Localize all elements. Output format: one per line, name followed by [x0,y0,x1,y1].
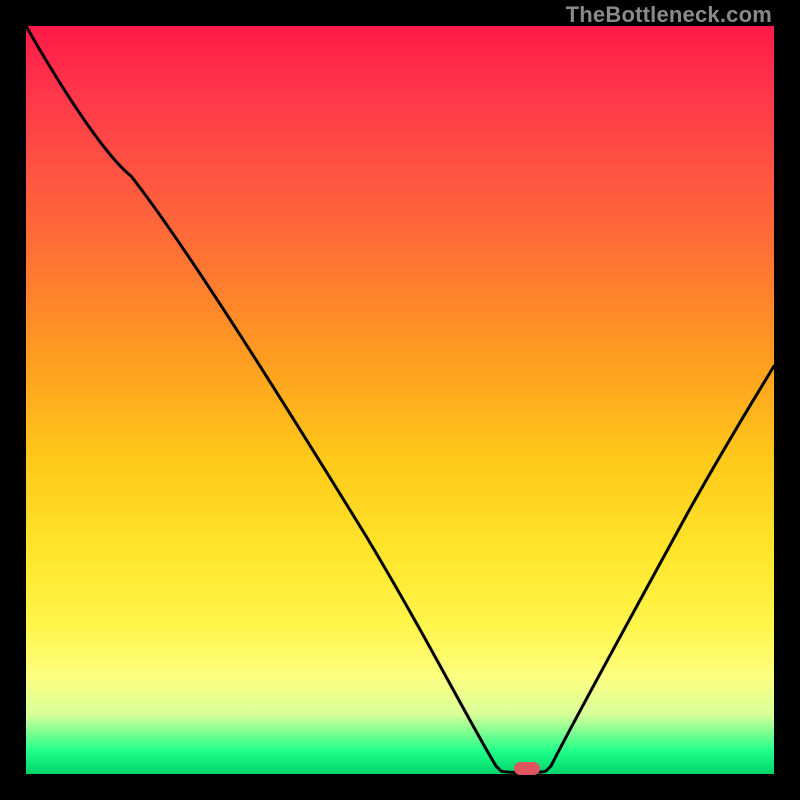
curve-path [26,26,774,773]
watermark-text: TheBottleneck.com [566,2,772,28]
optimal-marker [514,762,540,775]
chart-frame: TheBottleneck.com [0,0,800,800]
bottleneck-curve [26,26,774,774]
plot-area [26,26,774,774]
